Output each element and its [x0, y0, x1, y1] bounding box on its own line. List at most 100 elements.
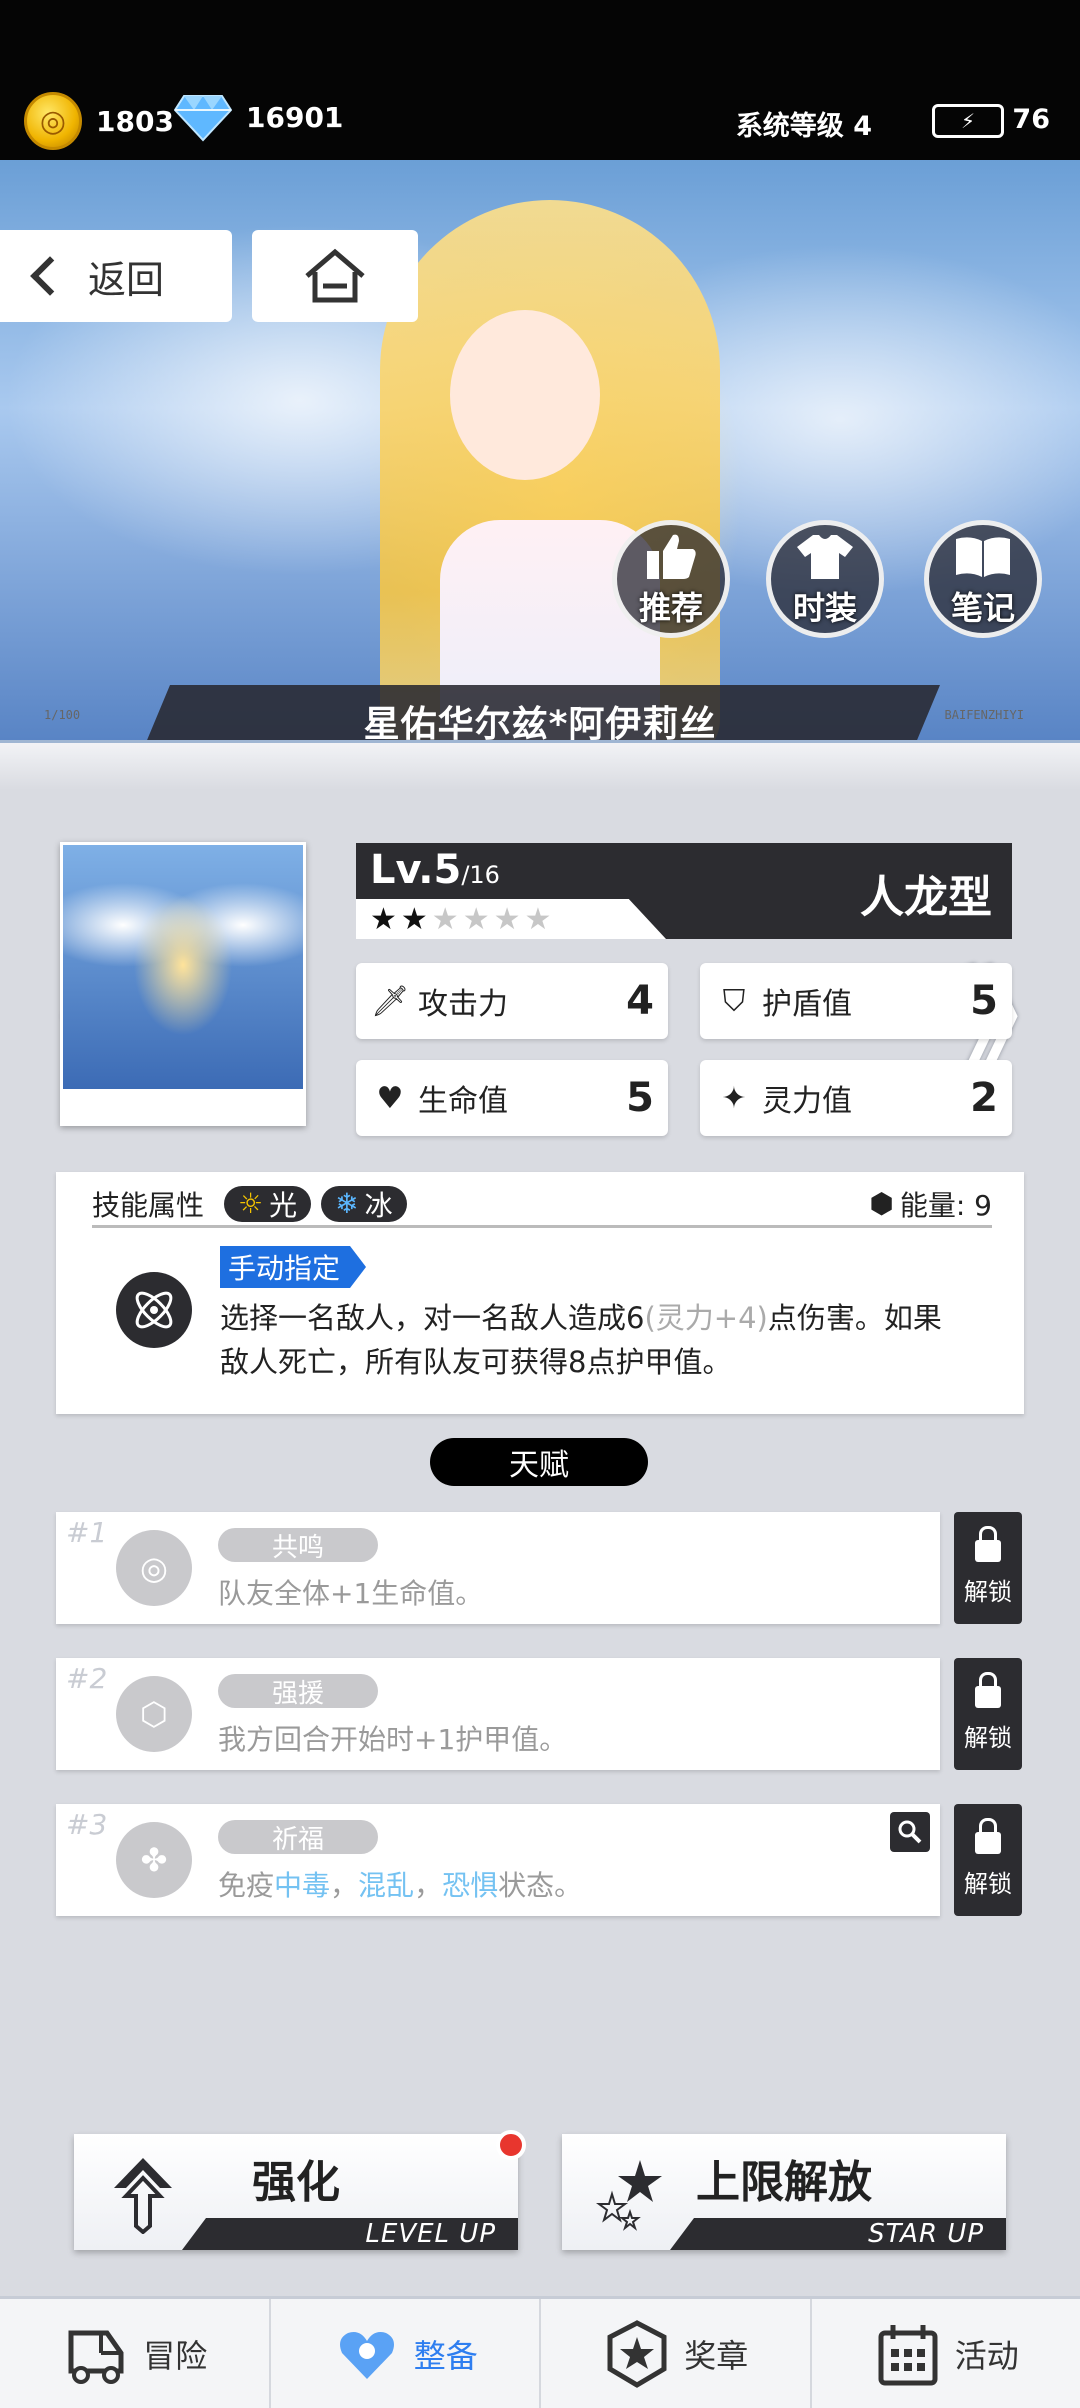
star-on-icon: ★★	[370, 901, 432, 937]
energy-battery-icon: ⚡	[932, 104, 1004, 138]
stat-label: 护盾值	[762, 987, 852, 1022]
stat-label: 攻击力	[418, 987, 508, 1022]
deco-left: 1/100	[44, 708, 81, 722]
shirt-icon	[797, 535, 853, 579]
system-level: 系统等级 4	[735, 111, 872, 142]
nav-label: 整备	[413, 2336, 478, 2375]
energy-value: 76	[1012, 104, 1050, 135]
bottom-nav: 冒险 整备 奖章 活动	[0, 2296, 1080, 2408]
sparkle-icon: ✦	[721, 1080, 747, 1116]
nav-label: 奖章	[684, 2336, 749, 2375]
talent-name: 祈福	[218, 1820, 378, 1855]
notes-button[interactable]: 笔记	[924, 520, 1042, 638]
support-hex-icon: ⬡	[116, 1676, 192, 1752]
star-badge-icon	[607, 2319, 667, 2388]
sword-icon: 🗡	[370, 983, 410, 1019]
stat-spirit: ✦ 灵力值 2	[700, 1060, 1012, 1136]
truck-icon	[68, 2330, 124, 2384]
star-up-sub: STAR UP	[670, 2218, 1006, 2250]
gem-value: 16901	[246, 100, 344, 134]
diamond-icon	[174, 95, 232, 142]
skill-energy: ⬢ 能量: 9	[869, 1187, 992, 1222]
energy-hex-icon: ⬢	[869, 1187, 894, 1220]
level-up-sub: LEVEL UP	[182, 2218, 518, 2250]
talent-desc: 免疫中毒，混乱，恐惧状态。	[218, 1869, 583, 1902]
banner-edge-divider	[0, 740, 1080, 790]
character-type: 人龙型	[860, 872, 992, 923]
gem-counter: 16901	[174, 92, 343, 142]
home-button[interactable]	[252, 230, 418, 322]
character-art-face	[450, 310, 600, 480]
lock-icon	[975, 1671, 1001, 1708]
heart-gear-icon	[339, 2331, 394, 2379]
lock-icon	[975, 1525, 1001, 1562]
stat-shield: ⛉ 护盾值 5	[700, 963, 1012, 1039]
talent-name: 共鸣	[218, 1528, 378, 1563]
tag-light: ☼ 光	[224, 1185, 312, 1222]
stat-attack: 🗡 攻击力 4	[356, 963, 668, 1039]
thumbs-up-icon	[647, 534, 696, 579]
star-up-label: 上限解放	[696, 2157, 872, 2208]
nav-adventure[interactable]: 冒险	[0, 2299, 271, 2408]
heart-icon: ♥	[376, 1080, 404, 1116]
level-up-label: 强化	[252, 2157, 340, 2208]
star-off-icon: ★★★★	[431, 901, 556, 937]
unlock-button-1[interactable]: 解锁	[954, 1512, 1022, 1624]
unlock-button-3[interactable]: 解锁	[954, 1804, 1022, 1916]
talent-item-2[interactable]: #2 ⬡ 强援 我方回合开始时+1护甲值。	[56, 1658, 940, 1770]
sun-icon: ☼	[238, 1187, 264, 1220]
nav-label: 活动	[954, 2336, 1019, 2375]
level-up-button[interactable]: 强化 LEVEL UP	[74, 2134, 518, 2250]
talent-number: #1	[66, 1516, 108, 1549]
talent-name: 强援	[218, 1674, 378, 1709]
nav-label: 冒险	[143, 2336, 208, 2375]
stat-value: 5	[970, 978, 998, 1024]
level-text: Lv.5/16	[370, 847, 500, 893]
stat-value: 4	[626, 978, 654, 1024]
talent-title: 天赋	[430, 1438, 648, 1486]
stat-health: ♥ 生命值 5	[356, 1060, 668, 1136]
notes-label: 笔记	[950, 589, 1015, 627]
nav-prepare[interactable]: 整备	[271, 2299, 541, 2408]
coin-counter: ◎ 1803	[24, 92, 174, 150]
chevron-left-icon	[30, 256, 70, 296]
level-panel: Lv.5/16 ★★ ★★★★ 人龙型	[356, 843, 1012, 939]
back-label: 返回	[88, 257, 165, 302]
stat-value: 5	[626, 1075, 654, 1121]
recommend-label: 推荐	[638, 589, 703, 627]
stat-value: 2	[970, 1075, 998, 1121]
manual-target-tag: 手动指定	[220, 1246, 366, 1288]
character-portrait[interactable]	[60, 842, 306, 1126]
skill-description: 选择一名敌人，对一名敌人造成6(灵力+4)点伤害。如果 敌人死亡，所有队友可获得…	[220, 1301, 942, 1379]
book-icon	[956, 537, 1010, 577]
talent-item-3[interactable]: #3 ✤ 祈福 免疫中毒，混乱，恐惧状态。	[56, 1804, 940, 1916]
talent-desc: 我方回合开始时+1护甲值。	[218, 1723, 568, 1756]
magnifier-button[interactable]	[890, 1812, 930, 1852]
back-button[interactable]: 返回	[0, 230, 232, 322]
resonance-icon: ◎	[116, 1530, 192, 1606]
talent-desc: 队友全体+1生命值。	[218, 1577, 484, 1610]
blessing-icon: ✤	[116, 1822, 192, 1898]
magnifier-icon	[898, 1820, 922, 1844]
portrait-image	[63, 845, 303, 1089]
nav-medals[interactable]: 奖章	[541, 2299, 812, 2408]
talent-item-1[interactable]: #1 ◎ 共鸣 队友全体+1生命值。	[56, 1512, 940, 1624]
calendar-icon	[878, 2324, 938, 2385]
deco-right: BAIFENZHIYI	[944, 708, 1024, 722]
talent-number: #3	[66, 1808, 108, 1841]
outfit-button[interactable]: 时装	[766, 520, 884, 638]
notification-dot	[496, 2130, 526, 2160]
coin-value: 1803	[96, 104, 174, 138]
stat-label: 灵力值	[762, 1084, 852, 1119]
star-up-button[interactable]: 上限解放 STAR UP	[562, 2134, 1006, 2250]
unlock-button-2[interactable]: 解锁	[954, 1658, 1022, 1770]
nav-events[interactable]: 活动	[812, 2299, 1080, 2408]
outfit-label: 时装	[792, 589, 857, 627]
shield-icon: ⛉	[722, 983, 746, 1019]
top-bar: ◎ 1803 16901 系统等级 4 ⚡ 76	[0, 0, 1080, 160]
recommend-button[interactable]: 推荐	[612, 520, 730, 638]
home-icon	[305, 248, 365, 303]
skill-atom-icon	[116, 1272, 192, 1348]
snowflake-icon: ❄	[335, 1187, 359, 1220]
talent-number: #2	[66, 1662, 108, 1695]
